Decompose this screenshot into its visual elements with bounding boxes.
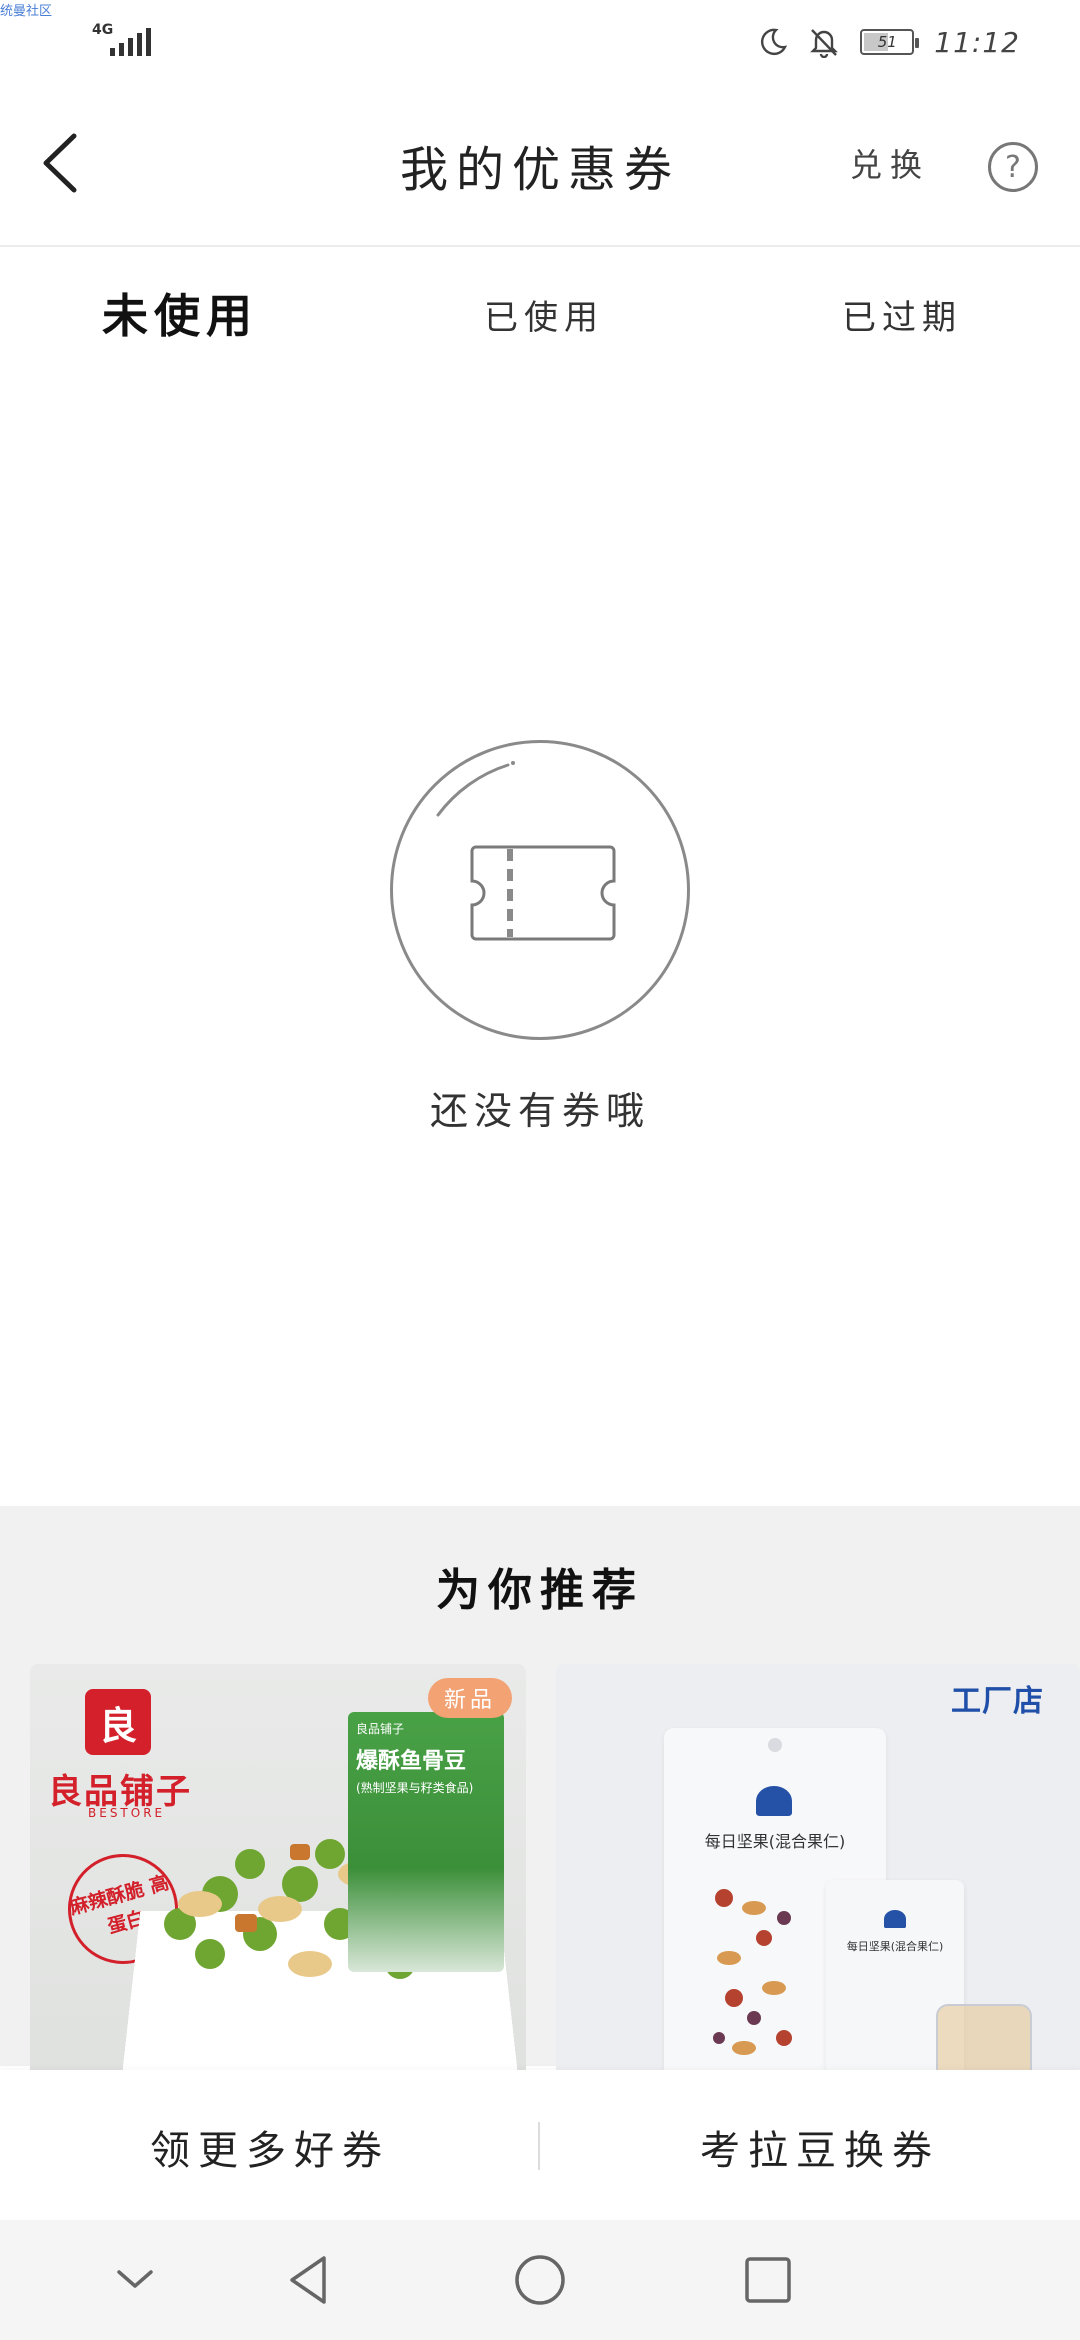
more-coupons-button[interactable]: 领更多好券 [150, 2118, 390, 2176]
recommend-title: 为你推荐 [436, 1565, 644, 1616]
mixed-nuts-image [713, 1889, 792, 2055]
signal-icon: 4G [92, 22, 151, 58]
bell-muted-icon [810, 29, 839, 58]
tab-unused[interactable]: 未使用 [102, 280, 258, 346]
empty-state-illustration [390, 740, 690, 1040]
status-time: 11:12 [934, 25, 1020, 59]
factory-store-label: 工厂店 [951, 1684, 1044, 1719]
header-divider [0, 245, 1080, 247]
action-divider [538, 2122, 540, 2170]
package-name: 爆酥鱼骨豆 [356, 1749, 467, 1774]
system-nav-bar [0, 2220, 1080, 2340]
product-card-factory[interactable]: 工厂店 每日坚果(混合果仁) 每日坚果(混合果仁) [556, 1664, 1080, 2084]
coupon-tabs: 未使用 已使用 已过期 [0, 280, 1080, 360]
product-card-bestore[interactable]: 良 良品铺子 BESTORE 麻辣酥脆 高蛋白 良品铺子 爆酥鱼骨豆 (熟制坚果… [30, 1664, 526, 2084]
header: 我的优惠券 兑换 ? [0, 100, 1080, 230]
bag-small-title: 每日坚果(混合果仁) [846, 1940, 944, 1953]
tab-used[interactable]: 已使用 [484, 290, 604, 339]
nav-recent-apps-icon[interactable] [738, 2250, 798, 2310]
help-icon[interactable]: ? [988, 142, 1038, 192]
status-right-group: 51 11:12 [758, 22, 1020, 62]
recommend-section: 为你推荐 良 良品铺子 BESTORE 麻辣酥脆 高蛋白 良品铺子 爆酥鱼骨豆 … [0, 1506, 1080, 2084]
ticket-icon [470, 845, 616, 941]
exchange-beans-button[interactable]: 考拉豆换券 [700, 2118, 940, 2176]
bag-small-logo-icon [884, 1910, 906, 1928]
new-badge: 新品 [428, 1678, 512, 1718]
coupon-page: 统曼社区 4G 51 11:12 我的优惠券 兑换 ? 未使用 已使用 已过期 … [0, 0, 1080, 2340]
package-subtitle: (熟制坚果与籽类食品) [356, 1781, 474, 1795]
product-package: 良品铺子 爆酥鱼骨豆 (熟制坚果与籽类食品) [348, 1712, 504, 1972]
battery-level: 51 [877, 33, 897, 51]
moon-icon [761, 28, 788, 56]
bottom-action-bar: 领更多好券 考拉豆换券 [0, 2070, 1080, 2220]
nav-back-icon[interactable] [280, 2250, 340, 2310]
tab-expired[interactable]: 已过期 [842, 290, 962, 339]
chevron-down-icon[interactable] [105, 2250, 165, 2310]
bag-logo-icon [756, 1786, 792, 1816]
battery-icon: 51 [860, 29, 920, 55]
nav-home-icon[interactable] [510, 2250, 570, 2310]
exchange-button[interactable]: 兑换 [850, 140, 930, 186]
brand-logo: 良 [85, 1689, 151, 1755]
signal-bars [110, 28, 151, 56]
status-bar: 4G 51 11:12 [0, 0, 1080, 80]
bag-title: 每日坚果(混合果仁) [704, 1832, 846, 1851]
empty-state-text: 还没有券哦 [429, 1089, 650, 1133]
package-brand: 良品铺子 [356, 1722, 405, 1736]
